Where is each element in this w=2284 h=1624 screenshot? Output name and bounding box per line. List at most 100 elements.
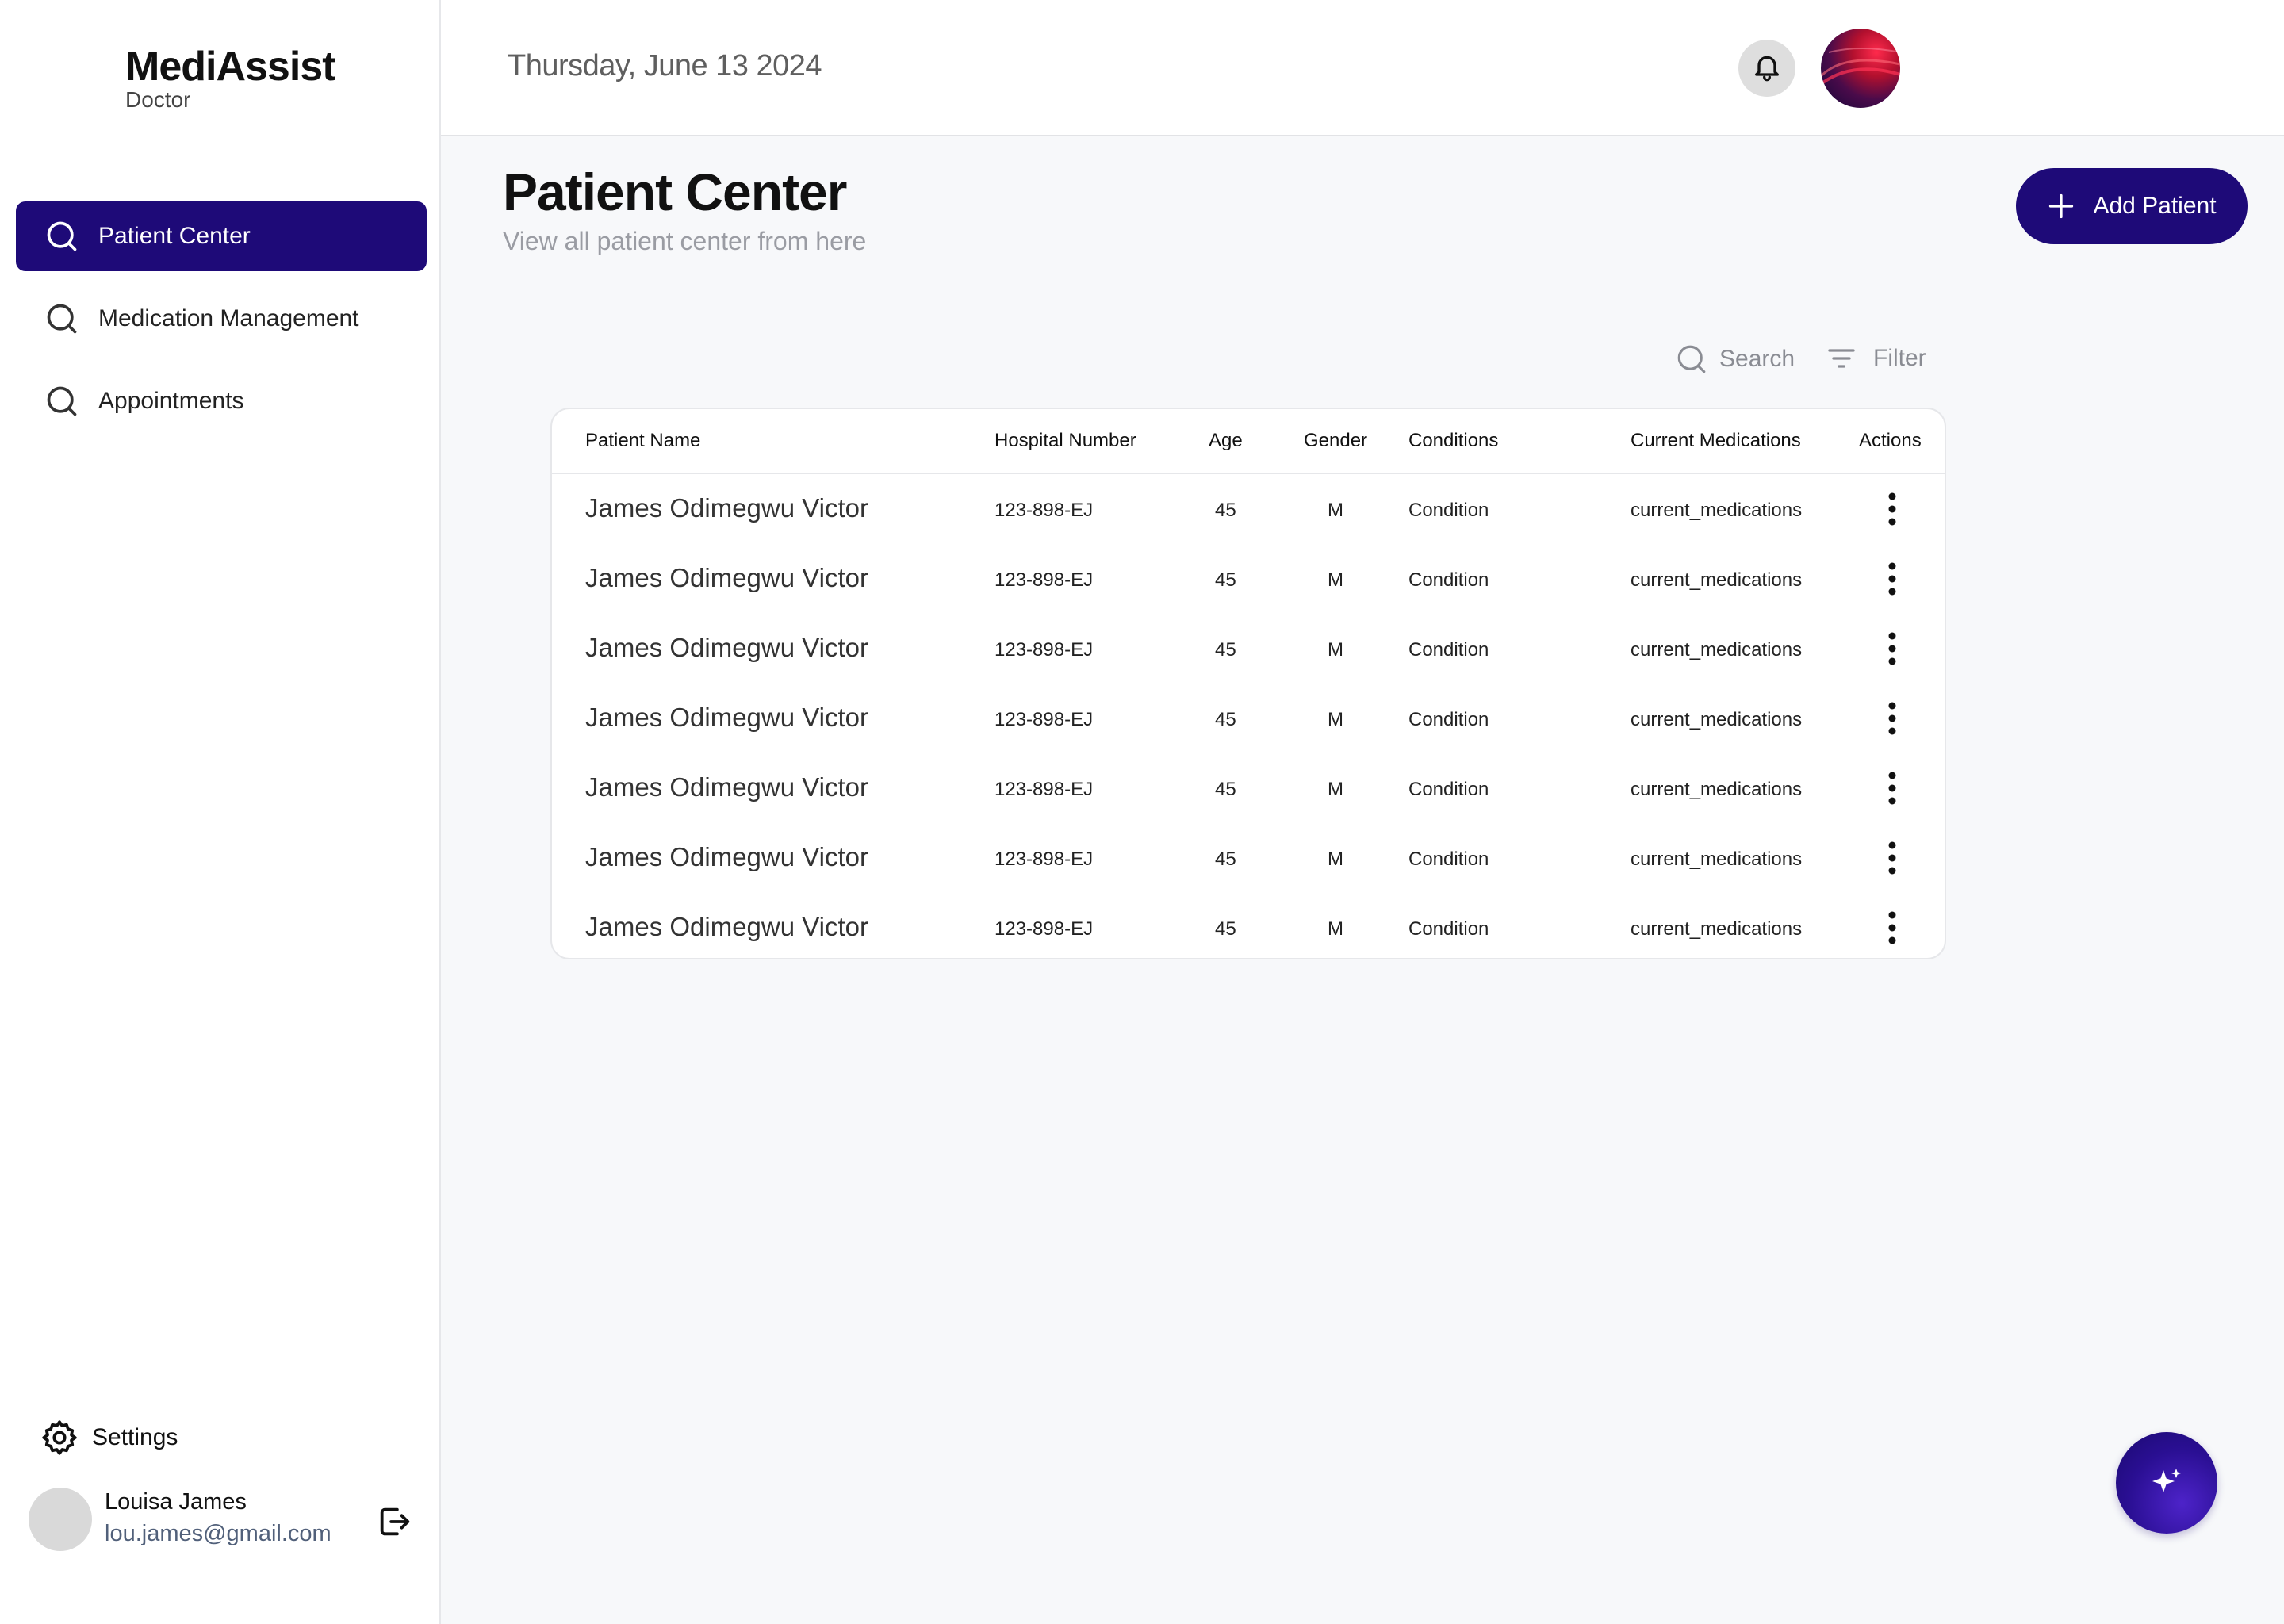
cell-age: 45	[1215, 918, 1236, 940]
table-row[interactable]: James Odimegwu Victor 123-898-EJ 45 M Co…	[552, 474, 1945, 544]
row-actions-button[interactable]	[1880, 839, 1905, 877]
add-patient-button[interactable]: Add Patient	[2016, 168, 2248, 244]
cell-hospital-number: 123-898-EJ	[994, 500, 1094, 521]
cell-age: 45	[1215, 848, 1236, 870]
cell-medications: current_medications	[1631, 709, 1803, 730]
sidebar-item-patient-center[interactable]: Patient Center	[16, 201, 427, 271]
cell-patient-name: James Odimegwu Victor	[585, 493, 869, 523]
table-row[interactable]: James Odimegwu Victor 123-898-EJ 45 M Co…	[552, 684, 1945, 753]
cell-patient-name: James Odimegwu Victor	[585, 633, 869, 662]
cell-medications: current_medications	[1631, 500, 1803, 521]
cell-gender: M	[1328, 639, 1343, 661]
table-row[interactable]: James Odimegwu Victor 123-898-EJ 45 M Co…	[552, 823, 1945, 893]
logout-button[interactable]	[376, 1503, 412, 1540]
column-header-hospital-number: Hospital Number	[994, 430, 1136, 451]
filter-icon	[1826, 343, 1857, 374]
sidebar-nav: Patient Center Medication Management App…	[16, 201, 427, 449]
cell-age: 45	[1215, 779, 1236, 800]
cell-gender: M	[1328, 709, 1343, 730]
cell-hospital-number: 123-898-EJ	[994, 848, 1094, 870]
cell-hospital-number: 123-898-EJ	[994, 639, 1094, 661]
cell-condition: Condition	[1408, 569, 1489, 591]
user-email: lou.james@gmail.com	[105, 1521, 331, 1546]
row-actions-button[interactable]	[1880, 630, 1905, 668]
top-header: Thursday, June 13 2024	[441, 0, 2284, 136]
cell-condition: Condition	[1408, 848, 1489, 870]
sparkle-icon	[2152, 1469, 2181, 1492]
cell-condition: Condition	[1408, 918, 1489, 940]
more-vertical-icon	[1888, 632, 1896, 665]
cell-hospital-number: 123-898-EJ	[994, 709, 1094, 730]
more-vertical-icon	[1888, 492, 1896, 526]
cell-age: 45	[1215, 639, 1236, 661]
column-header-gender: Gender	[1304, 430, 1368, 451]
sidebar-item-medication-management[interactable]: Medication Management	[16, 284, 427, 354]
cell-gender: M	[1328, 500, 1343, 521]
more-vertical-icon	[1888, 841, 1896, 875]
cell-patient-name: James Odimegwu Victor	[585, 703, 869, 732]
sidebar-item-label: Medication Management	[98, 305, 359, 331]
cell-medications: current_medications	[1631, 848, 1803, 870]
brand-role: Doctor	[125, 87, 191, 112]
cell-patient-name: James Odimegwu Victor	[585, 772, 869, 802]
cell-gender: M	[1328, 779, 1343, 800]
sidebar-item-label: Patient Center	[98, 223, 251, 249]
cell-hospital-number: 123-898-EJ	[994, 918, 1094, 940]
column-header-age: Age	[1209, 430, 1243, 451]
cell-hospital-number: 123-898-EJ	[994, 779, 1094, 800]
filter-button[interactable]: Filter	[1826, 343, 1926, 374]
more-vertical-icon	[1888, 562, 1896, 596]
cell-age: 45	[1215, 709, 1236, 730]
column-header-conditions: Conditions	[1408, 430, 1499, 451]
notifications-button[interactable]	[1738, 40, 1795, 97]
cell-age: 45	[1215, 500, 1236, 521]
cell-condition: Condition	[1408, 709, 1489, 730]
more-vertical-icon	[1888, 911, 1896, 944]
table-row[interactable]: James Odimegwu Victor 123-898-EJ 45 M Co…	[552, 614, 1945, 684]
app-root: MediAssist Doctor Patient Center Medicat…	[0, 0, 2284, 1624]
logout-icon	[376, 1507, 412, 1543]
brand: MediAssist Doctor	[125, 44, 336, 112]
cell-medications: current_medications	[1631, 569, 1803, 591]
sidebar-item-appointments[interactable]: Appointments	[16, 366, 427, 436]
column-header-patient-name: Patient Name	[585, 430, 701, 451]
column-header-current-medications: Current Medications	[1631, 430, 1801, 451]
plus-icon	[2047, 192, 2075, 220]
table-row[interactable]: James Odimegwu Victor 123-898-EJ 45 M Co…	[552, 753, 1945, 823]
brand-name: MediAssist	[125, 44, 336, 90]
search-label: Search	[1719, 346, 1795, 372]
row-actions-button[interactable]	[1880, 560, 1905, 598]
search-button[interactable]: Search	[1675, 343, 1795, 376]
cell-patient-name: James Odimegwu Victor	[585, 563, 869, 592]
search-icon	[44, 301, 79, 336]
table-row[interactable]: James Odimegwu Victor 123-898-EJ 45 M Co…	[552, 544, 1945, 614]
cell-condition: Condition	[1408, 639, 1489, 661]
row-actions-button[interactable]	[1880, 490, 1905, 528]
cell-patient-name: James Odimegwu Victor	[585, 912, 869, 941]
avatar	[29, 1488, 92, 1551]
cell-hospital-number: 123-898-EJ	[994, 569, 1094, 591]
column-header-actions: Actions	[1859, 430, 1922, 451]
settings-link[interactable]: Settings	[40, 1418, 178, 1457]
table-header: Patient Name Hospital Number Age Gender …	[552, 409, 1945, 474]
search-icon	[44, 384, 79, 419]
filter-label: Filter	[1873, 345, 1926, 371]
cell-condition: Condition	[1408, 500, 1489, 521]
cell-gender: M	[1328, 569, 1343, 591]
user-name: Louisa James	[105, 1489, 247, 1515]
row-actions-button[interactable]	[1880, 769, 1905, 807]
add-patient-label: Add Patient	[2093, 193, 2217, 219]
profile-avatar[interactable]	[1821, 29, 1900, 108]
settings-label: Settings	[92, 1424, 178, 1450]
search-icon	[44, 219, 79, 254]
row-actions-button[interactable]	[1880, 699, 1905, 737]
cell-condition: Condition	[1408, 779, 1489, 800]
sidebar: MediAssist Doctor Patient Center Medicat…	[0, 0, 441, 1624]
sidebar-item-label: Appointments	[98, 388, 244, 414]
cell-medications: current_medications	[1631, 779, 1803, 800]
table-row[interactable]: James Odimegwu Victor 123-898-EJ 45 M Co…	[552, 893, 1945, 958]
row-actions-button[interactable]	[1880, 909, 1905, 947]
cell-medications: current_medications	[1631, 918, 1803, 940]
patients-table: Patient Name Hospital Number Age Gender …	[550, 408, 1946, 959]
ai-assistant-button[interactable]	[2116, 1432, 2217, 1534]
